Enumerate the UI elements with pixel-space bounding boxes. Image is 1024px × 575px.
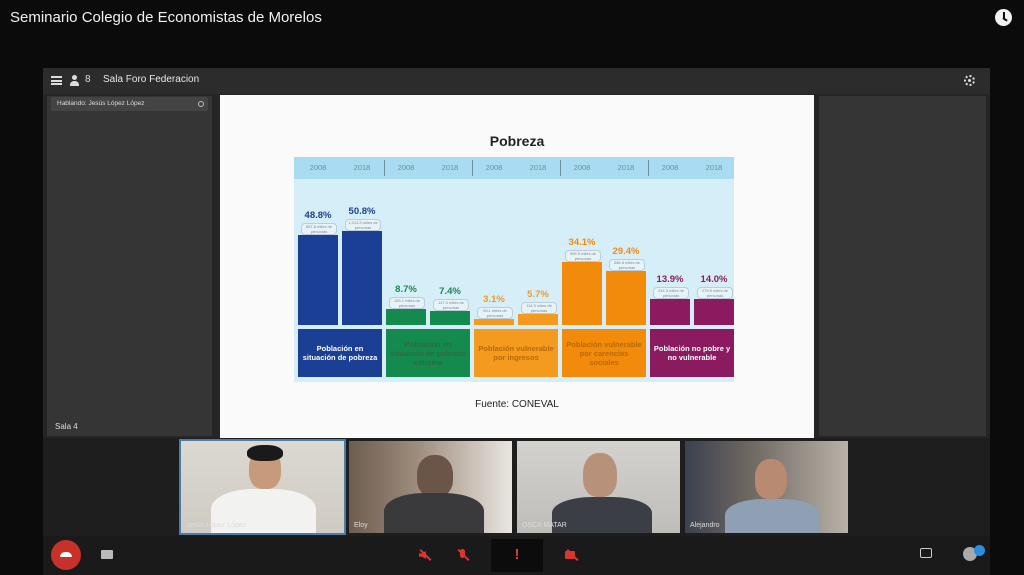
alert-icon: !	[514, 546, 520, 563]
speaker-muted-icon[interactable]	[418, 548, 432, 562]
participant-tile[interactable]: Jesus López López	[179, 439, 346, 535]
right-panel	[819, 96, 986, 436]
year-label: 2008	[309, 163, 327, 172]
notification-badge	[974, 545, 985, 556]
speaking-label: Hablando: Jesús López López	[57, 100, 145, 107]
participants-count: 8	[85, 74, 91, 85]
participant-name: Jesus López López	[186, 522, 247, 529]
data-note: 279.6 miles de personas	[697, 287, 733, 300]
year-label: 2018	[705, 163, 723, 172]
data-label: 14.0%	[700, 274, 728, 286]
year-label: 2008	[397, 163, 415, 172]
category-label: Población en situación de pobreza extrem…	[386, 329, 470, 377]
screen-share-icon[interactable]	[101, 550, 113, 559]
data-note: 244.3 miles de personas	[653, 287, 689, 300]
year-label: 2018	[441, 163, 459, 172]
data-label: 48.8%	[304, 209, 332, 221]
control-bar: !	[43, 536, 990, 575]
top-bar: 8 Sala Foro Federacion	[43, 68, 990, 94]
slide-source: Fuente: CONEVAL	[475, 399, 559, 410]
participant-tile[interactable]: Eloy	[349, 441, 512, 533]
refresh-icon[interactable]	[198, 101, 204, 107]
bar	[474, 319, 514, 325]
participant-strip: Jesus López López Eloy OSCA MATAR Alejan…	[43, 438, 990, 536]
room-label: Sala 4	[55, 422, 78, 431]
alert-button[interactable]: !	[491, 539, 543, 572]
year-label: 2018	[617, 163, 635, 172]
category-label: Población no pobre y no vulnerable	[650, 329, 734, 377]
left-panel: Hablando: Jesús López López	[47, 96, 212, 436]
category-label: Población vulnerable por ingresos	[474, 329, 558, 377]
category-label: Población vulnerable por carencias socia…	[562, 329, 646, 377]
category-label: Población en situación de pobreza	[298, 329, 382, 377]
data-label: 7.4%	[439, 286, 461, 298]
year-label: 2018	[529, 163, 547, 172]
participants-icon[interactable]	[70, 75, 82, 86]
bar	[430, 311, 470, 325]
hang-up-button[interactable]	[51, 540, 81, 570]
participant-tile[interactable]: OSCA MATAR	[517, 441, 680, 533]
slide-title: Pobreza	[489, 133, 545, 149]
data-label: 8.7%	[395, 283, 417, 295]
data-note: 55.1 miles de personas	[477, 307, 513, 320]
video-title: Seminario Colegio de Economistas de More…	[10, 9, 322, 26]
data-note: 857.6 miles de personas	[301, 222, 337, 235]
participant-name: Eloy	[354, 522, 368, 529]
participant-name: OSCA MATAR	[522, 522, 567, 529]
data-note: 114.5 miles de personas	[521, 302, 557, 315]
data-label: 3.1%	[483, 294, 505, 306]
data-label: 5.7%	[527, 289, 549, 301]
microphone-muted-icon[interactable]	[456, 548, 470, 562]
camera-off-icon[interactable]	[565, 548, 579, 562]
bar	[650, 299, 690, 325]
data-note: 1,013.3 miles de personas	[345, 219, 381, 232]
poverty-chart: 2008 2018 2008 2018 2008 2018 2008 2018 2008 2018…	[294, 157, 734, 382]
conference-app: 8 Sala Foro Federacion Hablando: Jesús L…	[43, 68, 990, 575]
participant-tile[interactable]: Alejandro	[685, 441, 848, 533]
data-label: 50.8%	[348, 206, 376, 218]
bar	[606, 270, 646, 325]
speaking-indicator: Hablando: Jesús López López	[51, 97, 208, 111]
watch-later-clock-icon[interactable]	[995, 9, 1012, 26]
bar	[386, 308, 426, 325]
data-note: 586.8 miles de personas	[609, 258, 645, 271]
data-label: 13.9%	[656, 274, 684, 286]
year-label: 2018	[353, 163, 371, 172]
menu-icon[interactable]	[51, 76, 62, 85]
room-name: Sala Foro Federacion	[103, 74, 200, 85]
data-label: 29.4%	[612, 245, 640, 257]
bar	[694, 299, 734, 325]
bar	[342, 231, 382, 325]
bar	[518, 314, 558, 325]
data-note: 147.0 miles de personas	[433, 299, 469, 312]
bar	[298, 234, 338, 325]
data-label: 34.1%	[568, 236, 596, 248]
year-label: 2008	[661, 163, 679, 172]
participant-name: Alejandro	[690, 522, 720, 529]
year-label: 2008	[573, 163, 591, 172]
chat-icon[interactable]	[920, 548, 932, 558]
year-label: 2008	[485, 163, 503, 172]
data-note: 599.5 miles de personas	[565, 249, 601, 262]
bar	[562, 261, 602, 325]
shared-slide: Pobreza 2008 2018 2008 2018 2008 2018 2008 2018…	[220, 95, 814, 438]
data-note: 153.1 miles de personas	[389, 296, 425, 309]
settings-gear-icon[interactable]	[964, 75, 975, 86]
year-header: 2008 2018 2008 2018 2008 2018 2008 2018 2008 2018	[294, 157, 734, 179]
